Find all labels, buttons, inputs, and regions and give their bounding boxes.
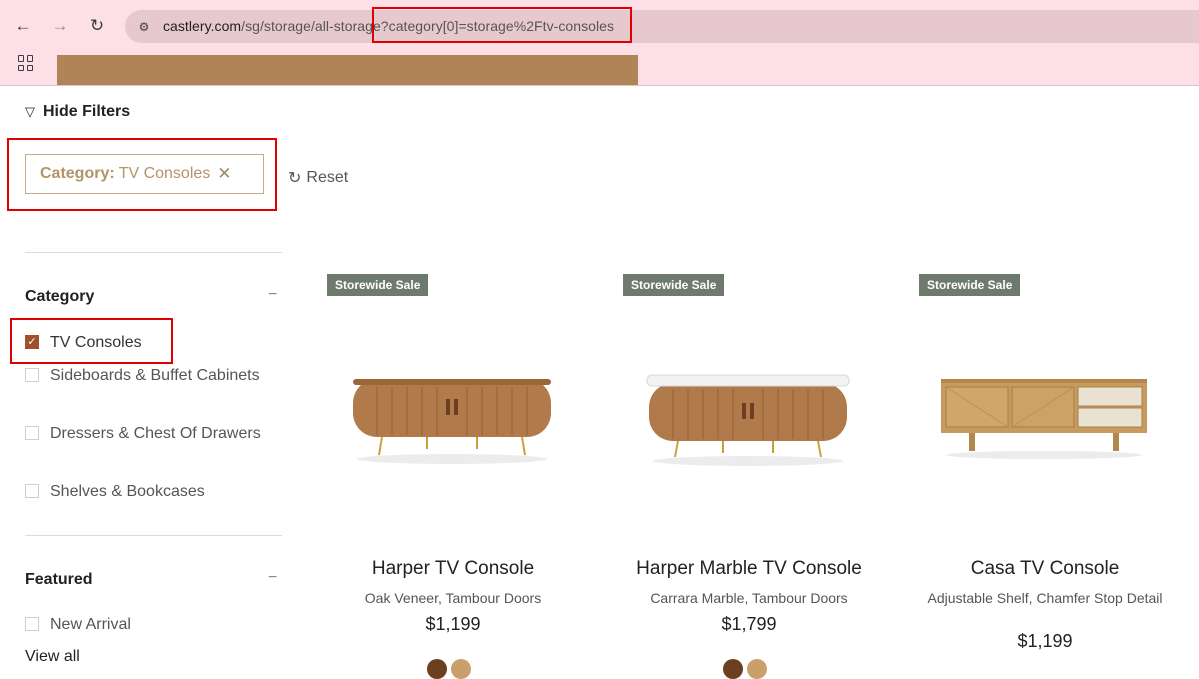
option-highlight bbox=[10, 318, 173, 364]
category-option-dressers[interactable]: Dressers & Chest Of Drawers bbox=[25, 421, 265, 446]
checkbox-icon[interactable] bbox=[25, 617, 39, 631]
product-name[interactable]: Harper TV Console bbox=[327, 558, 579, 580]
bookmarks-bar-redacted bbox=[57, 55, 638, 85]
product-description: Carrara Marble, Tambour Doors bbox=[650, 590, 848, 606]
sale-badge: Storewide Sale bbox=[327, 274, 429, 296]
color-swatches bbox=[427, 659, 471, 679]
product-description: Oak Veneer, Tambour Doors bbox=[364, 590, 542, 606]
hide-filters-label: Hide Filters bbox=[43, 103, 131, 120]
apps-grid-icon[interactable] bbox=[18, 55, 34, 71]
product-price: $1,799 bbox=[721, 614, 777, 634]
reset-icon: ↻ bbox=[288, 170, 302, 187]
product-image[interactable] bbox=[929, 369, 1159, 469]
product-card-casa[interactable]: Storewide Sale Casa TV Console Adjustabl… bbox=[919, 274, 1199, 669]
product-name[interactable]: Casa TV Console bbox=[919, 558, 1171, 580]
checkbox-icon[interactable] bbox=[25, 368, 39, 382]
swatch-light-icon[interactable] bbox=[747, 659, 767, 679]
product-description: Adjustable Shelf, Chamfer Stop Detail bbox=[927, 590, 1163, 606]
option-label: Sideboards & Buffet Cabinets bbox=[50, 367, 260, 384]
browser-chrome: ← → ↻ ⚙ castlery.com/sg/storage/all-stor… bbox=[0, 0, 1199, 86]
product-name[interactable]: Harper Marble TV Console bbox=[623, 558, 875, 580]
active-filter-chip[interactable]: Category: TV Consoles ✕ bbox=[25, 154, 264, 194]
featured-title: Featured bbox=[25, 571, 93, 588]
featured-option-new-arrival[interactable]: New Arrival bbox=[25, 612, 265, 637]
category-option-sideboards[interactable]: Sideboards & Buffet Cabinets bbox=[25, 363, 265, 388]
checkbox-icon[interactable] bbox=[25, 484, 39, 498]
site-settings-icon[interactable]: ⚙ bbox=[135, 18, 153, 36]
chip-value: TV Consoles bbox=[118, 165, 211, 182]
reset-label: Reset bbox=[306, 169, 349, 186]
back-icon[interactable]: ← bbox=[11, 14, 35, 38]
address-bar[interactable]: ⚙ castlery.com/sg/storage/all-storage?ca… bbox=[125, 10, 1199, 43]
reload-icon[interactable]: ↻ bbox=[85, 14, 109, 38]
filter-funnel-icon: ▽ bbox=[25, 104, 35, 119]
close-icon[interactable]: ✕ bbox=[217, 164, 231, 184]
sale-badge: Storewide Sale bbox=[623, 274, 725, 296]
reset-button[interactable]: ↻ Reset bbox=[288, 168, 348, 188]
forward-icon[interactable]: → bbox=[48, 14, 72, 38]
option-label: Shelves & Bookcases bbox=[50, 483, 205, 500]
featured-collapse-toggle[interactable]: − bbox=[268, 569, 277, 587]
product-image[interactable] bbox=[643, 369, 853, 469]
option-label: Dressers & Chest Of Drawers bbox=[50, 425, 261, 442]
color-swatches bbox=[723, 659, 767, 679]
swatch-light-icon[interactable] bbox=[451, 659, 471, 679]
product-card-harper[interactable]: Storewide Sale Harper TV Console Oak Ven… bbox=[327, 274, 617, 679]
checkbox-icon[interactable] bbox=[25, 426, 39, 440]
product-price: $1,199 bbox=[425, 614, 481, 634]
product-image[interactable] bbox=[347, 369, 557, 469]
hide-filters-button[interactable]: ▽ Hide Filters bbox=[25, 103, 130, 121]
url-query-highlight bbox=[372, 7, 632, 43]
view-all-link[interactable]: View all bbox=[25, 648, 80, 666]
chip-key: Category: bbox=[40, 165, 115, 182]
category-collapse-toggle[interactable]: − bbox=[268, 286, 277, 304]
option-label: New Arrival bbox=[50, 616, 131, 633]
product-card-harper-marble[interactable]: Storewide Sale Harper Marble TV Console … bbox=[623, 274, 913, 679]
product-price: $1,199 bbox=[1017, 631, 1073, 651]
sale-badge: Storewide Sale bbox=[919, 274, 1021, 296]
swatch-dark-icon[interactable] bbox=[427, 659, 447, 679]
category-option-shelves[interactable]: Shelves & Bookcases bbox=[25, 479, 265, 504]
divider bbox=[25, 252, 282, 253]
swatch-dark-icon[interactable] bbox=[723, 659, 743, 679]
url-host: castlery.com bbox=[163, 18, 242, 34]
category-title: Category bbox=[25, 288, 95, 305]
divider bbox=[25, 535, 282, 536]
